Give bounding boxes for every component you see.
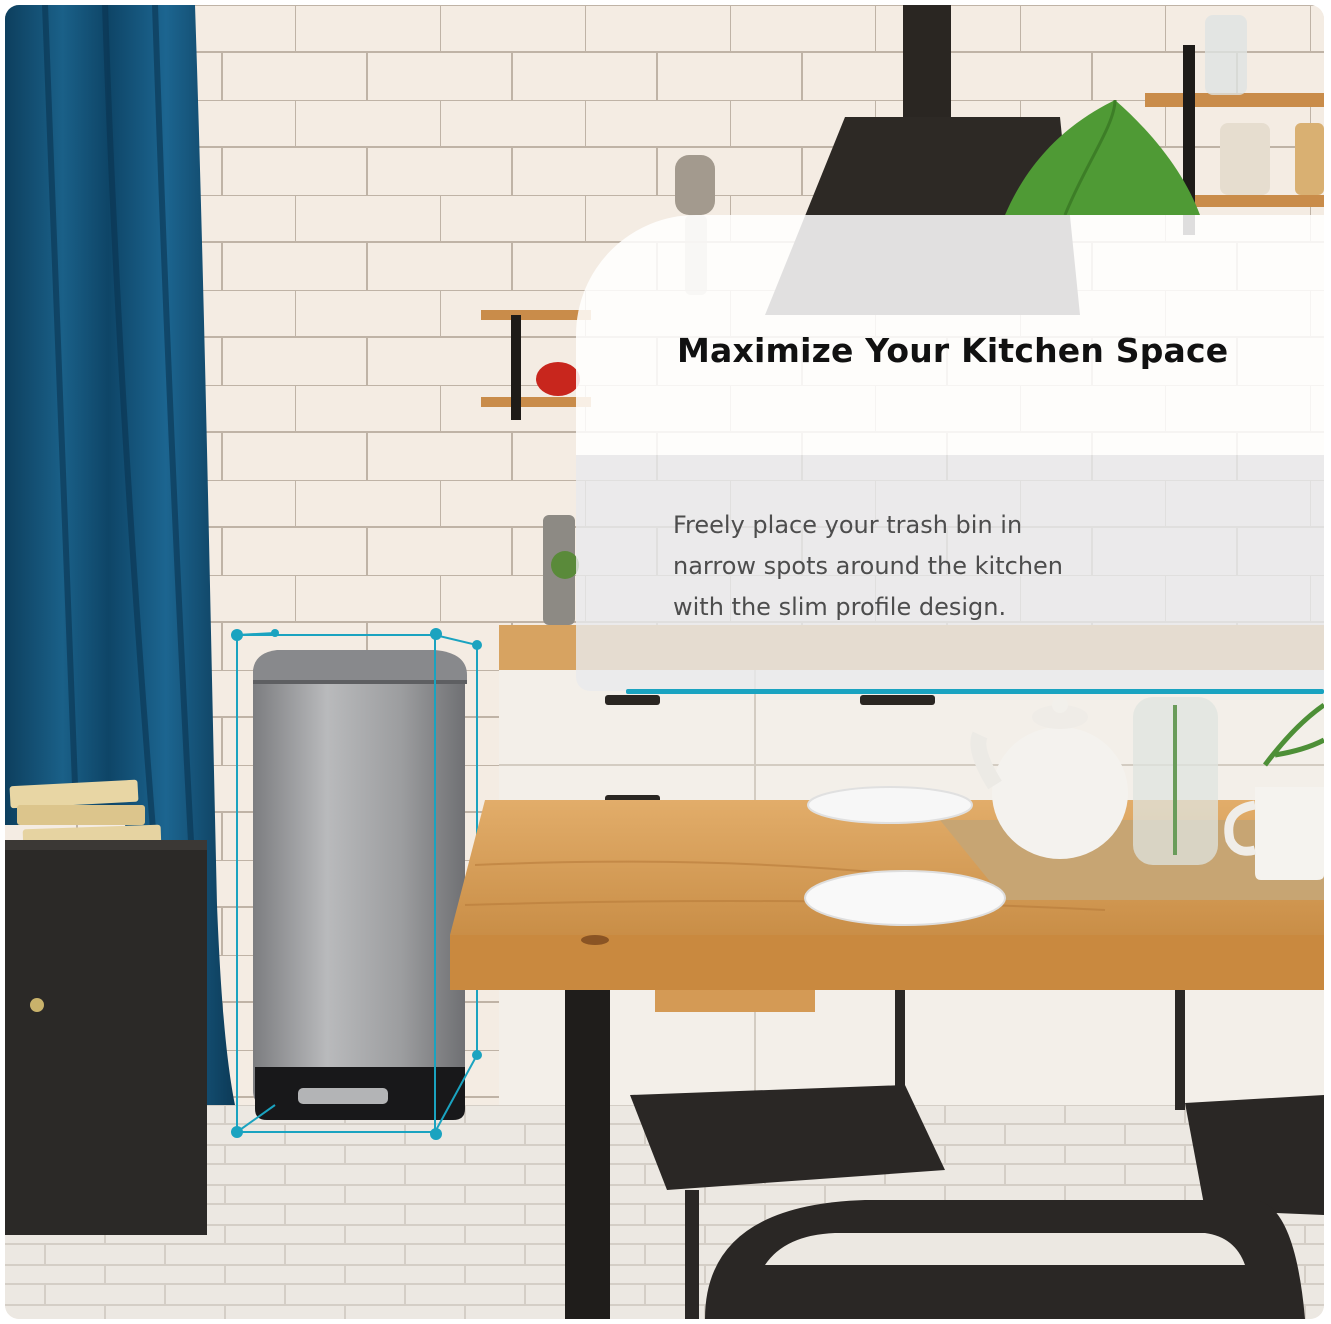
plate (804, 870, 1006, 926)
mug (1255, 787, 1324, 880)
plate (807, 786, 973, 824)
accent-bar (626, 689, 1324, 694)
black-cabinet (5, 840, 207, 1235)
small-shelf (481, 310, 591, 320)
product-image: Maximize Your Kitchen Space Freely place… (5, 5, 1324, 1319)
wall-shelf (1145, 93, 1324, 107)
panel-headline: Maximize Your Kitchen Space (677, 331, 1229, 370)
panel-description: Freely place your trash bin in narrow sp… (673, 511, 1063, 621)
hood-pipe (903, 5, 951, 125)
samovar (675, 155, 715, 215)
red-cup (536, 362, 580, 396)
